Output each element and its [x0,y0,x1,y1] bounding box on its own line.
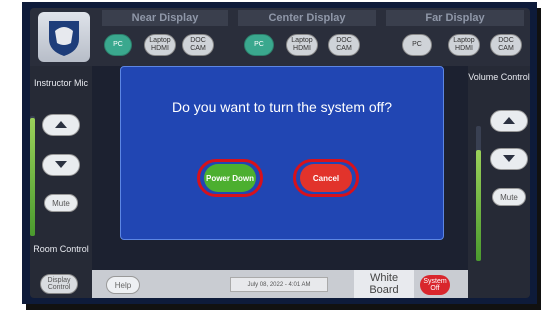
mic-level-meter [30,118,35,236]
center-pc-button[interactable]: PC [244,34,274,56]
near-doc-cam-button[interactable]: DOC CAM [182,34,214,56]
up-arrow-icon [54,116,68,134]
power-down-button[interactable]: Power Down [204,164,256,192]
mic-down-button[interactable] [42,154,80,176]
bottom-bar: Help July 08, 2022 - 4:01 AM White Board… [92,270,468,298]
power-down-highlight: Power Down [197,159,263,197]
near-laptop-hdmi-button[interactable]: Laptop HDMI [144,34,176,56]
cancel-highlight: Cancel [293,159,359,197]
touch-panel: Near Display Center Display Far Display … [30,8,530,298]
up-arrow-icon [502,112,516,130]
volume-down-button[interactable] [490,148,528,170]
down-arrow-icon [54,156,68,174]
display-control-button[interactable]: Display Control [40,274,78,294]
top-bar: Near Display Center Display Far Display … [30,8,530,66]
date-time-display: July 08, 2022 - 4:01 AM [230,277,328,292]
shield-logo-icon [38,12,90,62]
far-display-title: Far Display [386,10,524,26]
left-panel: Instructor Mic Mute Room Control [30,66,92,298]
help-button[interactable]: Help [106,276,140,294]
near-pc-button[interactable]: PC [104,34,132,56]
volume-control-label: Volume Control [468,72,530,82]
far-laptop-hdmi-button[interactable]: Laptop HDMI [448,34,480,56]
white-board-button[interactable]: White Board [354,270,414,298]
center-doc-cam-button[interactable]: DOC CAM [328,34,360,56]
volume-level-meter [476,150,481,261]
power-off-dialog: Do you want to turn the system off? Powe… [120,66,444,240]
near-display-title: Near Display [102,10,228,26]
dialog-question: Do you want to turn the system off? [172,99,392,115]
volume-mute-button[interactable]: Mute [492,188,526,206]
right-panel: Volume Control Mute [468,66,530,298]
mic-up-button[interactable] [42,114,80,136]
center-display-title: Center Display [238,10,376,26]
instructor-mic-label: Instructor Mic [33,78,88,88]
volume-up-button[interactable] [490,110,528,132]
system-off-button[interactable]: System Off [420,275,450,295]
mic-mute-button[interactable]: Mute [44,194,78,212]
cancel-button[interactable]: Cancel [300,164,352,192]
far-doc-cam-button[interactable]: DOC CAM [490,34,522,56]
far-pc-button[interactable]: PC [402,34,432,56]
center-laptop-hdmi-button[interactable]: Laptop HDMI [286,34,318,56]
room-control-label: Room Control [33,244,89,254]
down-arrow-icon [502,150,516,168]
